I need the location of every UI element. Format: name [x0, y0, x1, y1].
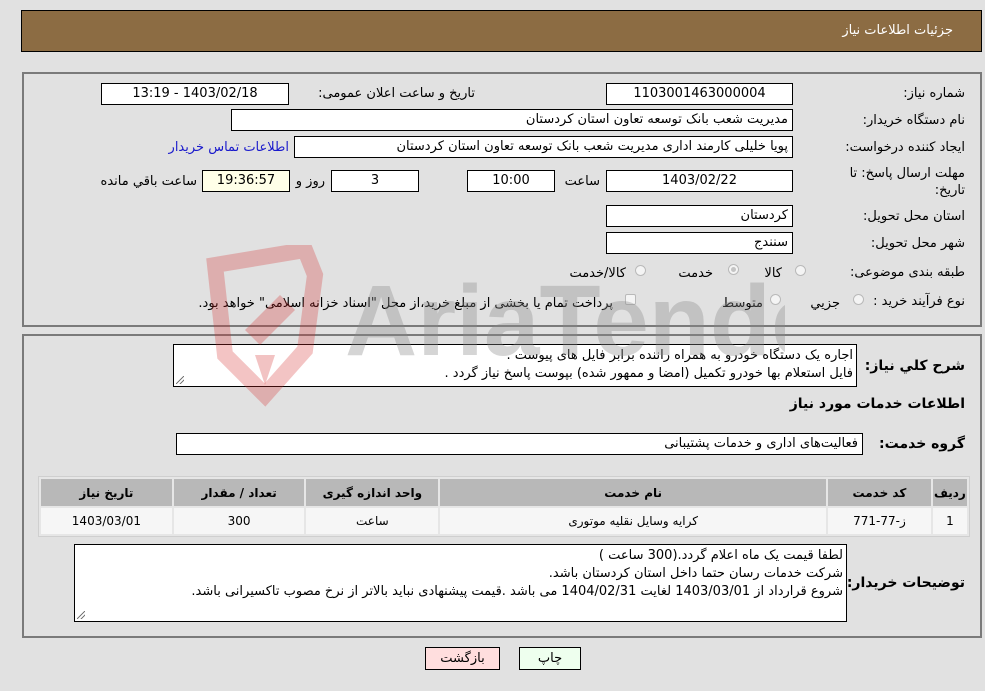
deadline-label-1: مهلت ارسال پاسخ: تا — [849, 166, 965, 181]
page-header: جزئیات اطلاعات نیاز — [21, 10, 982, 52]
cell-need-date: 1403/03/01 — [41, 508, 172, 534]
remaining-label: ساعت باقي مانده — [100, 174, 197, 189]
treasury-payment-note: پرداخت تمام یا بخشی از مبلغ خرید،از محل … — [198, 296, 613, 311]
col-qty-header: تعداد / مقدار — [173, 479, 305, 506]
cell-service-name: کرایه وسایل نقلیه موتوری — [440, 508, 827, 534]
treasury-payment-checkbox[interactable] — [625, 294, 636, 305]
page-title: جزئیات اطلاعات نیاز — [842, 23, 953, 38]
creator-field: پویا خلیلی کارمند اداری مدیریت شعب بانک … — [294, 136, 793, 158]
col-row-header: ردیف — [932, 479, 967, 506]
description-line: اجاره یک دستگاه خودرو به همراه راننده بر… — [506, 348, 853, 363]
resize-handle-icon[interactable] — [77, 611, 85, 619]
cell-row-number: 1 — [932, 508, 967, 534]
back-button[interactable]: بازگشت — [425, 647, 500, 670]
category-label: طبقه بندی موضوعی: — [849, 265, 965, 280]
category-goods-service-label: کالا/خدمت — [569, 266, 626, 281]
buyer-note-line: شروع قرارداد از 1403/03/01 لغایت 1404/02… — [191, 584, 843, 599]
process-minor-label: جزيي — [810, 296, 840, 311]
cell-unit: ساعت — [306, 508, 439, 534]
process-radio-medium[interactable] — [770, 294, 781, 305]
category-radio-service[interactable] — [728, 264, 739, 275]
process-label: نوع فرآیند خرید : — [873, 294, 965, 309]
buyer-org-label: نام دستگاه خریدار: — [862, 113, 965, 128]
deadline-date-field: 1403/02/22 — [606, 170, 793, 192]
province-field: کردستان — [606, 205, 793, 227]
need-number-label: شماره نیاز: — [903, 86, 965, 101]
city-field: سنندج — [606, 232, 793, 254]
days-label: روز و — [295, 174, 325, 189]
province-label: استان محل تحویل: — [863, 209, 965, 224]
city-label: شهر محل تحویل: — [870, 236, 965, 251]
category-radio-goods-service[interactable] — [635, 265, 646, 276]
category-service-label: خدمت — [678, 266, 713, 281]
col-name-header: نام خدمت — [440, 479, 827, 506]
cell-service-code: ز-77-771 — [828, 508, 931, 534]
service-group-field: فعالیت‌های اداری و خدمات پشتیبانی — [176, 433, 863, 455]
creator-label: ایجاد کننده درخواست: — [845, 140, 965, 155]
deadline-time-field: 10:00 — [467, 170, 555, 192]
service-group-label: گروه خدمت: — [879, 436, 965, 452]
buyer-note-line: لطفا قیمت یک ماه اعلام گردد.(300 ساعت ) — [598, 548, 843, 563]
col-unit-header: واحد اندازه گیری — [306, 479, 439, 506]
announce-field: 1403/02/18 - 13:19 — [101, 83, 289, 105]
category-radio-goods[interactable] — [795, 265, 806, 276]
services-table: ردیف کد خدمت نام خدمت واحد اندازه گیری ت… — [38, 476, 970, 537]
days-remaining-field: 3 — [331, 170, 419, 192]
announce-label: تاریخ و ساعت اعلان عمومی: — [318, 86, 475, 101]
deadline-label-2: تاریخ: — [934, 183, 965, 198]
col-code-header: کد خدمت — [828, 479, 931, 506]
description-line: فایل استعلام بها خودرو تکمیل (امضا و ممه… — [444, 366, 853, 381]
deadline-time-label: ساعت — [564, 174, 600, 189]
services-section-title: اطلاعات خدمات مورد نياز — [789, 396, 965, 412]
buyer-contact-link[interactable]: اطلاعات تماس خریدار — [169, 140, 289, 155]
description-label: شرح کلي نياز: — [864, 358, 965, 374]
buyer-notes-textarea[interactable]: لطفا قیمت یک ماه اعلام گردد.(300 ساعت ) … — [74, 544, 847, 622]
print-button[interactable]: چاپ — [519, 647, 581, 670]
process-radio-minor[interactable] — [853, 294, 864, 305]
buyer-notes-label: توضیحات خریدار: — [846, 575, 965, 591]
description-textarea[interactable]: اجاره یک دستگاه خودرو به همراه راننده بر… — [173, 344, 857, 387]
resize-handle-icon[interactable] — [176, 376, 184, 384]
table-row: 1 ز-77-771 کرایه وسایل نقلیه موتوری ساعت… — [41, 508, 967, 534]
table-header-row: ردیف کد خدمت نام خدمت واحد اندازه گیری ت… — [41, 479, 967, 506]
col-date-header: تاریخ نیاز — [41, 479, 172, 506]
cell-quantity: 300 — [173, 508, 305, 534]
need-number-field: 1103001463000004 — [606, 83, 793, 105]
process-medium-label: متوسط — [722, 296, 763, 311]
buyer-note-line: شرکت خدمات رسان حتما داخل استان کردستان … — [548, 566, 843, 581]
category-goods-label: کالا — [764, 266, 782, 281]
buyer-org-field: مدیریت شعب بانک توسعه تعاون استان کردستا… — [231, 109, 793, 131]
remaining-time-field: 19:36:57 — [202, 170, 290, 192]
